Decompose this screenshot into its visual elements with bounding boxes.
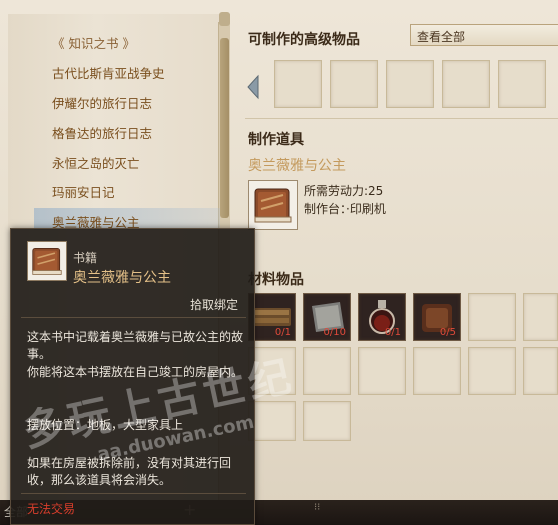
tooltip-divider: [21, 493, 246, 494]
tooltip-item-type: 书籍: [73, 251, 98, 265]
craftable-slot[interactable]: [330, 60, 378, 108]
book-list-item[interactable]: 永恒之岛的灭亡: [52, 153, 140, 172]
tooltip-warning: 如果在房屋被拆除前，没有对其进行回收，那么该道具将会消失。: [27, 456, 232, 487]
material-slot-empty[interactable]: [523, 293, 558, 341]
dropdown-value: 查看全部: [417, 30, 466, 44]
book-list-item[interactable]: 古代比斯肯亚战争史: [52, 63, 165, 82]
book-list-item[interactable]: 玛丽安日记: [52, 182, 115, 201]
material-slot-empty[interactable]: [523, 347, 558, 395]
material-slot[interactable]: 0/1: [358, 293, 406, 341]
crafting-tool-title: 制作道具: [248, 132, 304, 148]
book-category-header[interactable]: 《 知识之书 》: [52, 33, 135, 52]
crafting-item-name: 奥兰薇雅与公主: [248, 158, 346, 174]
craftable-slot[interactable]: [498, 60, 546, 108]
material-slot-empty[interactable]: [303, 401, 351, 441]
craftable-items-title: 可制作的高级物品: [248, 32, 360, 48]
craftable-slot[interactable]: [386, 60, 434, 108]
material-slot-empty[interactable]: [358, 347, 406, 395]
resize-handle-icon[interactable]: ⁝⁝: [314, 502, 320, 513]
material-slot[interactable]: 0/5: [413, 293, 461, 341]
material-slot[interactable]: 0/10: [303, 293, 351, 341]
material-count: 0/1: [274, 327, 291, 338]
craftable-filter-dropdown[interactable]: 查看全部: [410, 24, 558, 46]
materials-title: 材料物品: [248, 272, 304, 288]
labor-cost: 所需劳动力:25: [304, 184, 384, 198]
material-slot[interactable]: 0/1: [248, 293, 296, 341]
divider: [245, 118, 558, 119]
crafting-station: 制作台：·印刷机: [304, 202, 386, 216]
material-slot-empty[interactable]: [468, 293, 516, 341]
book-list-item[interactable]: 伊耀尔的旅行日志: [52, 93, 152, 112]
material-slot-empty[interactable]: [468, 347, 516, 395]
material-count: 0/10: [323, 327, 346, 338]
scroll-thumb[interactable]: [220, 38, 229, 218]
prev-page-arrow-icon[interactable]: [246, 74, 260, 100]
material-slot-empty[interactable]: [413, 347, 461, 395]
tooltip-item-name: 奥兰薇雅与公主: [73, 270, 171, 286]
scroll-up-cap[interactable]: [219, 12, 230, 26]
material-count: 0/5: [439, 327, 456, 338]
book-icon: [27, 241, 67, 281]
tooltip-divider: [21, 317, 246, 318]
book-icon[interactable]: [248, 180, 298, 230]
book-list-item[interactable]: 格鲁达的旅行日志: [52, 123, 152, 142]
material-slot-empty[interactable]: [303, 347, 351, 395]
craftable-slot[interactable]: [442, 60, 490, 108]
material-count: 0/1: [384, 327, 401, 338]
tooltip-bind-type: 拾取绑定: [189, 298, 238, 312]
tooltip-trade-status: 无法交易: [27, 502, 76, 516]
craftable-slot[interactable]: [274, 60, 322, 108]
